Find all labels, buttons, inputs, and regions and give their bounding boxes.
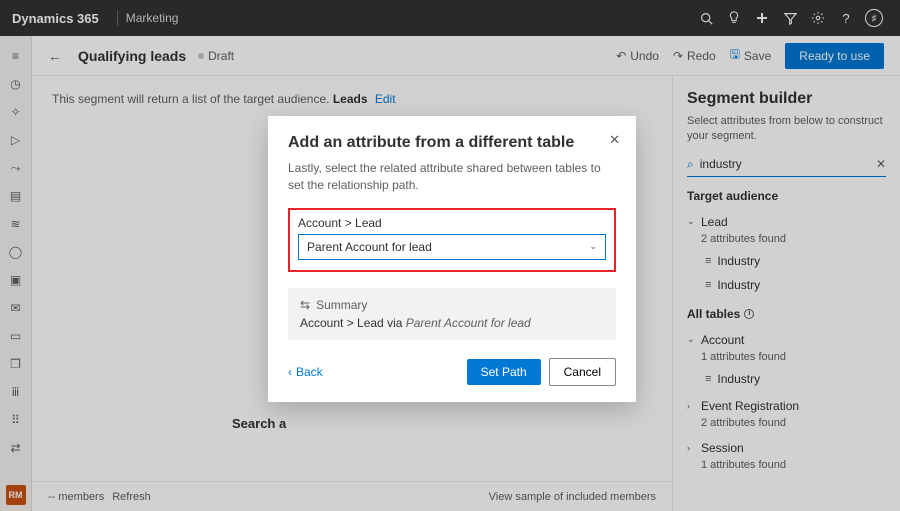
summary-path-ital: Parent Account for lead xyxy=(406,316,531,330)
path-label: Account > Lead xyxy=(298,216,606,230)
set-path-button[interactable]: Set Path xyxy=(467,359,541,385)
summary-box: ⇆ Summary Account > Lead via Parent Accou… xyxy=(288,288,616,340)
add-attribute-modal: ✕ Add an attribute from a different tabl… xyxy=(268,116,636,402)
relationship-dropdown[interactable]: Parent Account for lead ⌄ xyxy=(298,234,606,260)
chevron-down-icon: ⌄ xyxy=(589,241,597,252)
summary-path: Account > Lead via xyxy=(300,316,406,330)
cancel-button[interactable]: Cancel xyxy=(549,358,616,386)
close-icon[interactable]: ✕ xyxy=(609,132,620,148)
highlighted-region: Account > Lead Parent Account for lead ⌄ xyxy=(288,208,616,272)
chevron-left-icon: ‹ xyxy=(288,365,292,379)
summary-label: Summary xyxy=(316,298,367,312)
summary-icon: ⇆ xyxy=(300,298,310,312)
dropdown-value: Parent Account for lead xyxy=(307,240,432,254)
back-button[interactable]: ‹ Back xyxy=(288,365,323,379)
back-label: Back xyxy=(296,365,323,379)
modal-title: Add an attribute from a different table xyxy=(288,134,616,152)
modal-description: Lastly, select the related attribute sha… xyxy=(288,160,616,194)
